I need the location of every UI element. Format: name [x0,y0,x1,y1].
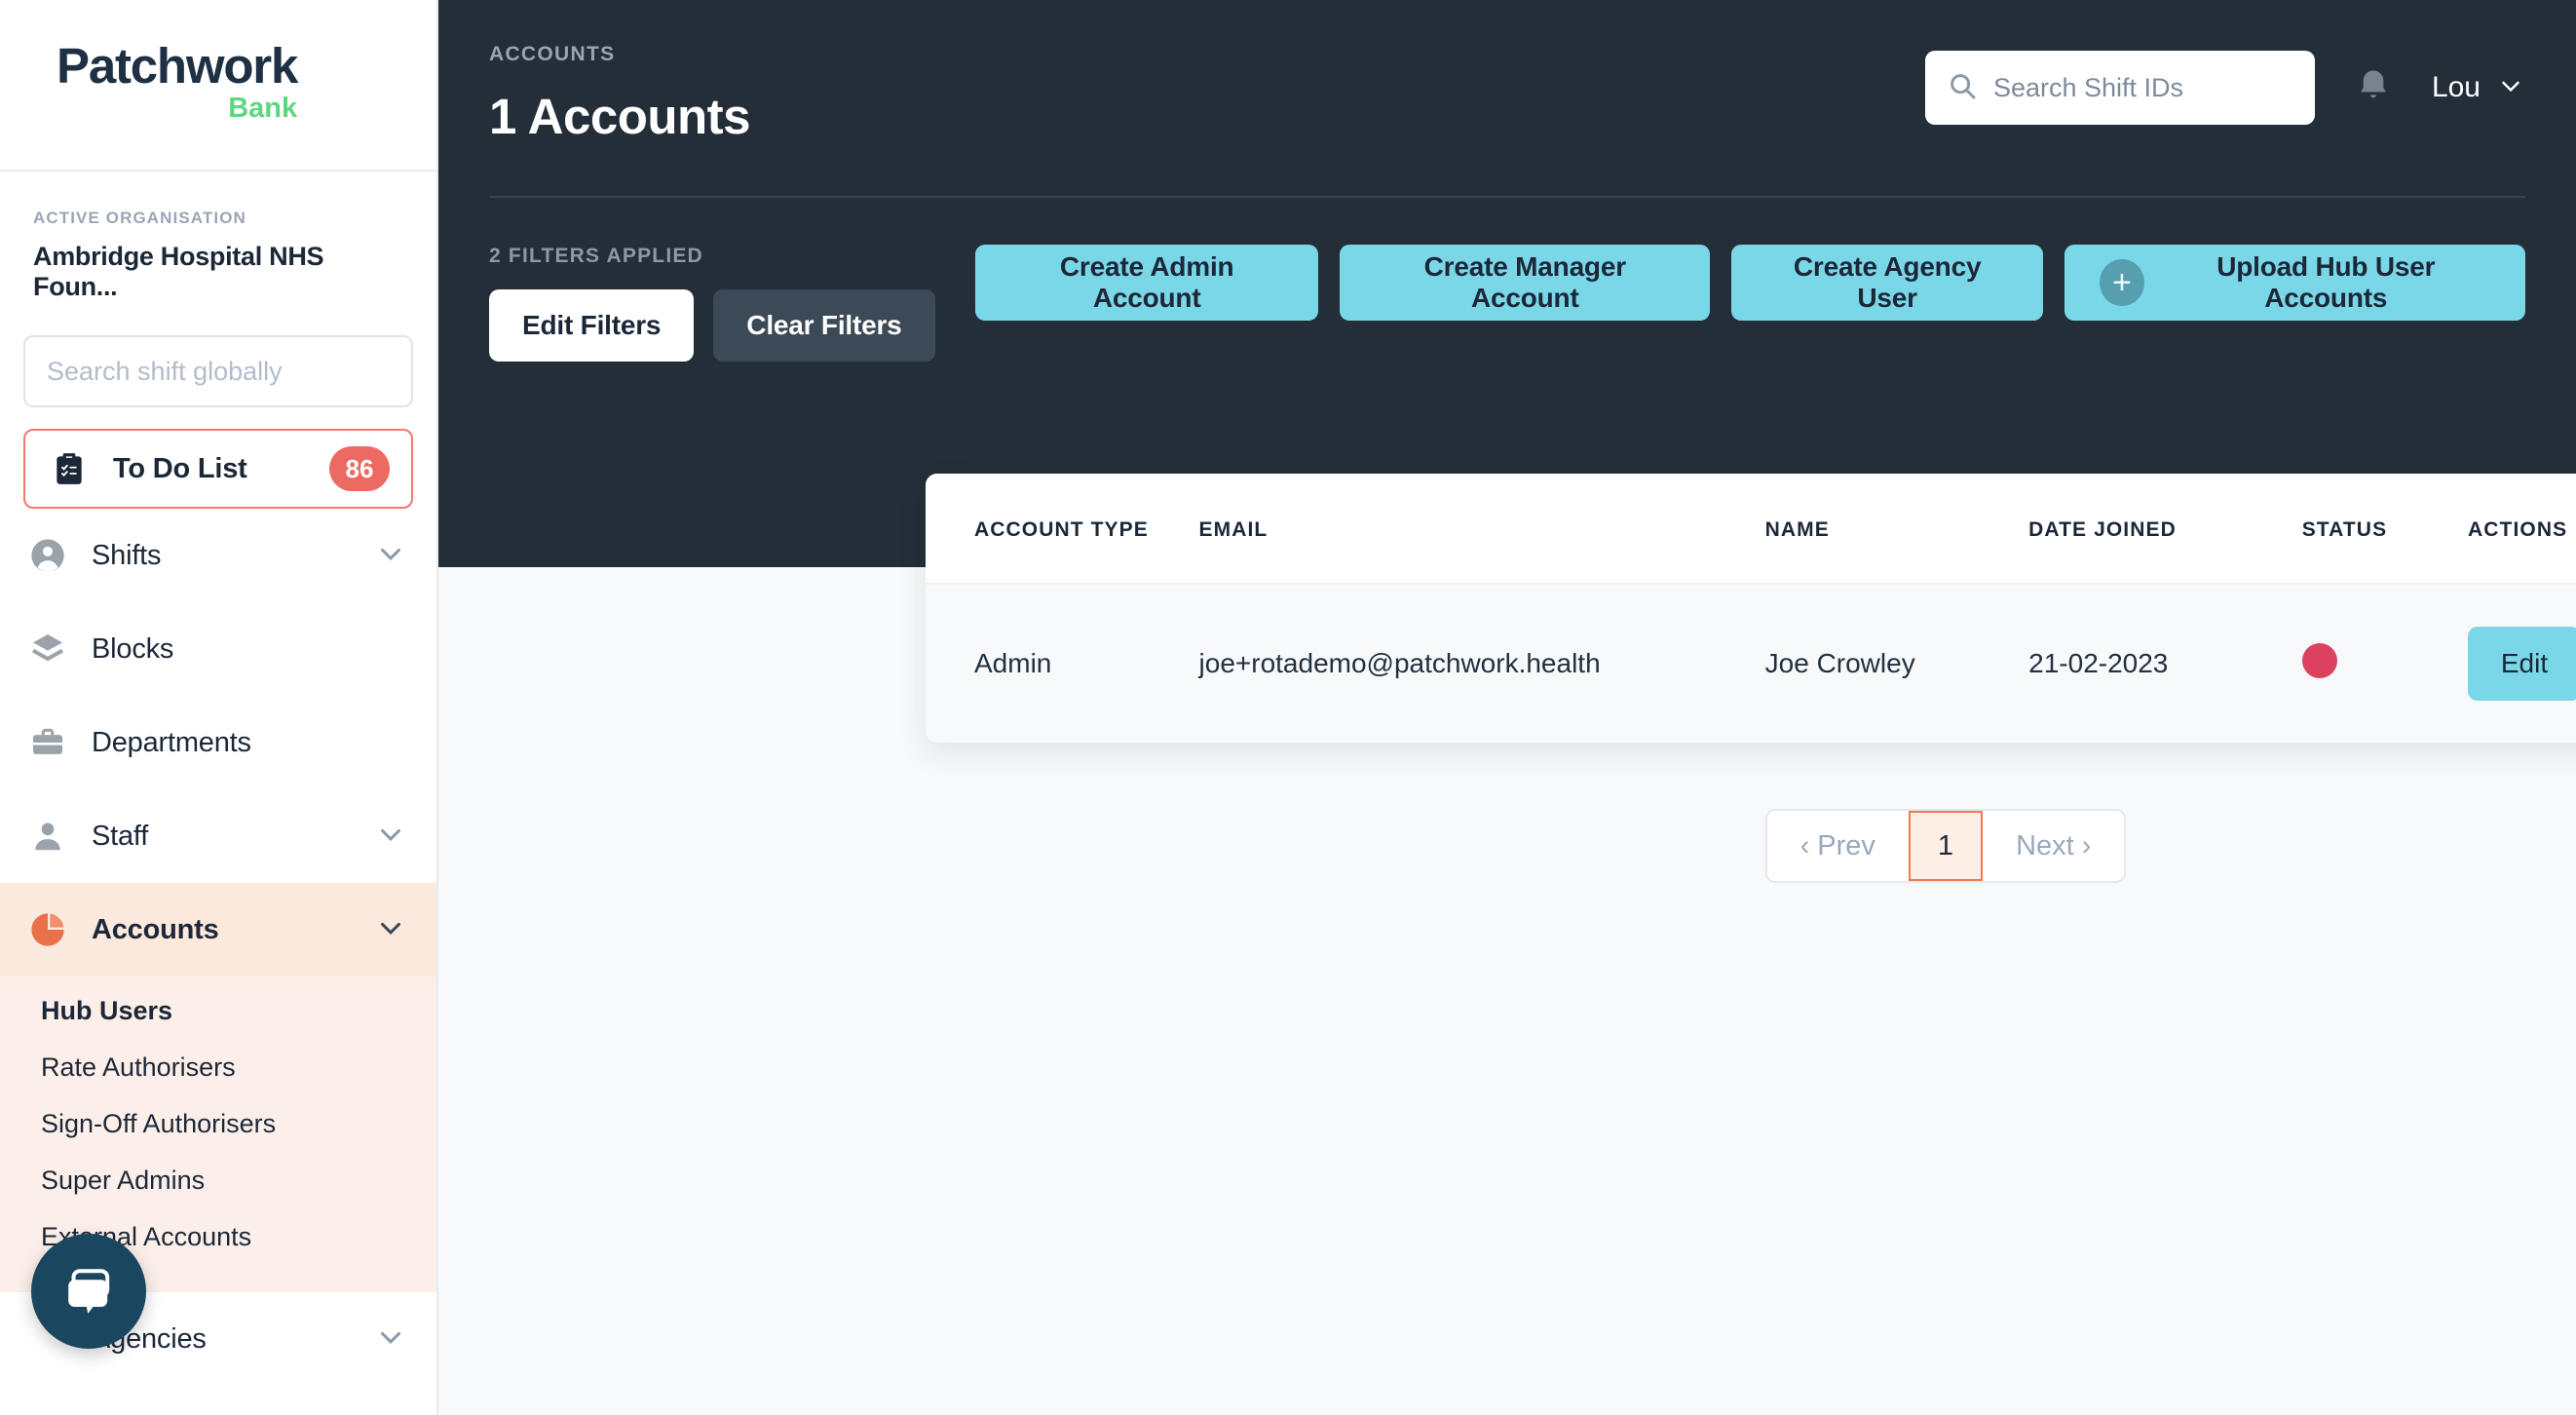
column-header-date-joined: DATE JOINED [2028,474,2302,585]
header-row: ACCOUNTS 1 Accounts Search Shift IDs Lou [489,0,2525,145]
clipboard-check-icon [47,446,92,491]
chevron-down-icon[interactable] [374,1320,407,1358]
submenu-item-label: Hub Users [41,995,173,1025]
page-title: 1 Accounts [489,89,751,144]
column-header-status: STATUS [2301,474,2468,585]
sidebar-item-label: To Do List [113,452,247,484]
cell-name: Joe Crowley [1764,584,2029,743]
shift-id-search[interactable] [1924,51,2315,125]
page-number-1[interactable]: 1 [1908,811,1984,881]
chevron-down-icon[interactable] [374,537,407,575]
prev-page-button[interactable]: ‹ Prev [1766,811,1909,881]
sidebar-item-accounts[interactable]: Accounts [0,883,436,976]
filters-and-actions: 2 FILTERS APPLIED Edit Filters Clear Fil… [489,245,2525,362]
chat-bubble-icon[interactable] [31,1234,146,1349]
filters-group: 2 FILTERS APPLIED Edit Filters Clear Fil… [489,245,975,362]
accounts-table: ACCOUNT TYPE EMAIL NAME DATE JOINED STAT… [926,474,2576,743]
search-input[interactable] [1992,72,2293,103]
search-icon [1947,70,1978,106]
table-header-row: ACCOUNT TYPE EMAIL NAME DATE JOINED STAT… [926,474,2576,585]
breadcrumb: ACCOUNTS [489,43,616,65]
column-header-actions: ACTIONS [2468,474,2576,585]
create-manager-account-label: Create Manager Account [1423,251,1626,313]
app-root: Patchwork Bank ACTIVE ORGANISATION Ambri… [0,0,2576,1415]
active-organisation: ACTIVE ORGANISATION Ambridge Hospital NH… [0,172,436,302]
submenu-item-label: Rate Authorisers [41,1052,236,1082]
create-agency-user-label: Create Agency User [1793,251,1982,313]
global-search-input[interactable] [47,356,390,387]
pagination-row: ‹ Prev 1 Next › Items per page: 25 [926,809,2576,883]
submenu-item-label: Sign-Off Authorisers [41,1108,277,1138]
sidebar-item-staff[interactable]: Staff [0,789,436,883]
upload-hub-user-accounts-button[interactable]: + Upload Hub User Accounts [2065,245,2525,321]
user-menu[interactable]: Lou [2432,71,2525,105]
user-name: Lou [2431,71,2481,103]
upload-hub-user-accounts-label: Upload Hub User Accounts [2216,251,2436,313]
submenu-item-super-admins[interactable]: Super Admins [0,1152,436,1208]
sidebar-item-payments[interactable]: Payments [0,1386,436,1415]
column-header-account-type: ACCOUNT TYPE [926,474,1199,585]
active-organisation-name: Ambridge Hospital NHS Foun... [33,242,324,301]
sidebar-item-label: Shifts [92,539,162,571]
pie-chart-icon [25,907,70,952]
submenu-item-label: Super Admins [41,1165,206,1195]
table-row[interactable]: Admin joe+rotademo@patchwork.health Joe … [926,584,2576,743]
edit-button[interactable]: Edit [2468,627,2576,701]
accounts-table-card: ACCOUNT TYPE EMAIL NAME DATE JOINED STAT… [926,474,2576,743]
filter-buttons: Edit Filters Clear Filters [489,289,975,362]
column-header-name: NAME [1764,474,2029,585]
cell-account-type: Admin [926,584,1199,743]
user-circle-icon [25,533,70,578]
submenu-item-rate-authorisers[interactable]: Rate Authorisers [0,1039,436,1095]
table-head: ACCOUNT TYPE EMAIL NAME DATE JOINED STAT… [926,474,2576,585]
column-header-email: EMAIL [1198,474,1765,585]
status-badge [2301,642,2337,678]
cell-date-joined: 21-02-2023 [2028,584,2302,743]
payments-icon [25,1410,70,1415]
person-icon [25,814,70,859]
layers-icon [25,627,70,671]
chevron-down-icon[interactable] [374,911,407,949]
account-action-buttons: Create Admin Account Create Manager Acco… [974,245,2525,321]
create-agency-user-button[interactable]: Create Agency User [1731,245,2044,321]
sidebar-item-label: Blocks [92,632,174,665]
clear-filters-button[interactable]: Clear Filters [713,289,935,362]
sidebar: Patchwork Bank ACTIVE ORGANISATION Ambri… [0,0,438,1415]
brand-product: Bank [228,93,298,124]
sidebar-item-label: Departments [92,726,251,758]
global-search[interactable] [23,335,413,407]
header-tools: Lou [1924,43,2525,125]
page-heading-group: ACCOUNTS 1 Accounts [489,43,751,145]
plus-circle-icon: + [2100,259,2144,306]
table-body: Admin joe+rotademo@patchwork.health Joe … [926,584,2576,743]
create-admin-account-button[interactable]: Create Admin Account [974,245,1319,321]
filters-applied-label: 2 FILTERS APPLIED [489,245,703,267]
submenu-item-hub-users[interactable]: Hub Users [0,982,436,1039]
main-content: ACCOUNTS 1 Accounts Search Shift IDs Lou… [438,0,2576,1415]
sidebar-item-label: Accounts [92,913,219,945]
active-organisation-label: ACTIVE ORGANISATION [33,209,246,227]
sidebar-item-label: Staff [92,820,149,852]
sidebar-item-departments[interactable]: Departments [0,696,436,789]
next-page-button[interactable]: Next › [1983,811,2125,881]
briefcase-icon [25,720,70,765]
cell-actions: Edit [2468,584,2576,743]
sidebar-item-to-do-list[interactable]: To Do List 86 [23,429,413,509]
brand-logo[interactable]: Patchwork Bank [0,0,436,172]
submenu-item-sign-off-authorisers[interactable]: Sign-Off Authorisers [0,1095,436,1152]
bell-icon[interactable] [2354,64,2393,112]
brand-name: Patchwork [57,38,298,94]
chevron-down-icon [2496,71,2525,105]
to-do-list-badge: 86 [329,446,390,491]
pagination: ‹ Prev 1 Next › [1764,809,2127,883]
header-divider [489,196,2525,198]
cell-status [2301,584,2468,743]
create-manager-account-button[interactable]: Create Manager Account [1340,245,1711,321]
sidebar-item-shifts[interactable]: Shifts [0,509,436,602]
sidebar-item-blocks[interactable]: Blocks [0,602,436,696]
cell-email: joe+rotademo@patchwork.health [1198,584,1765,743]
create-admin-account-label: Create Admin Account [1059,251,1234,313]
chevron-down-icon[interactable] [374,818,407,856]
edit-filters-button[interactable]: Edit Filters [489,289,695,362]
